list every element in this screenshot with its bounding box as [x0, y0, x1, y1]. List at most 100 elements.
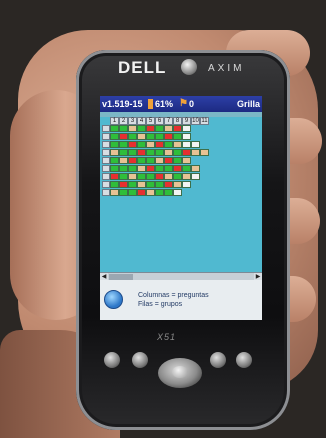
grid-cell[interactable] — [119, 157, 128, 164]
legend-columns: Columnas = preguntas — [138, 292, 209, 299]
grid-cell[interactable] — [155, 165, 164, 172]
power-button[interactable] — [181, 59, 197, 75]
grid-cell[interactable] — [146, 133, 155, 140]
grid-cell[interactable] — [173, 189, 182, 196]
grid-cell[interactable] — [155, 141, 164, 148]
grid-cell[interactable] — [128, 165, 137, 172]
grid-cell[interactable] — [128, 133, 137, 140]
grid-cell[interactable] — [191, 141, 200, 148]
grid-cell[interactable] — [173, 181, 182, 188]
grid-cell[interactable] — [173, 133, 182, 140]
grid-cell[interactable] — [110, 133, 119, 140]
grid-cell[interactable] — [119, 133, 128, 140]
row-header — [102, 189, 110, 196]
grid-cell[interactable] — [146, 149, 155, 156]
grid-cell[interactable] — [119, 181, 128, 188]
grid-cell[interactable] — [110, 173, 119, 180]
grid-cell[interactable] — [164, 125, 173, 132]
grid-cell[interactable] — [137, 157, 146, 164]
grid-cell[interactable] — [182, 157, 191, 164]
view-title[interactable]: Grilla — [237, 99, 260, 109]
grid-cell[interactable] — [173, 173, 182, 180]
grid-cell[interactable] — [164, 189, 173, 196]
grid-cell[interactable] — [137, 133, 146, 140]
pda-screen: v1.519-15 61% ⚑ 0 Grilla 1 2 3 4 5 6 7 8 9 10 11 ◀… — [100, 96, 262, 320]
grid-cell[interactable] — [119, 149, 128, 156]
grid-cell[interactable] — [164, 157, 173, 164]
battery-icon — [148, 99, 153, 109]
grid-cell[interactable] — [137, 173, 146, 180]
grid-cell[interactable] — [173, 165, 182, 172]
grid-cell[interactable] — [110, 189, 119, 196]
grid-cell[interactable] — [146, 189, 155, 196]
row-header — [102, 125, 110, 132]
grid-cell[interactable] — [182, 125, 191, 132]
grid-cell[interactable] — [110, 149, 119, 156]
model-line-label: AXIM — [208, 63, 245, 74]
grid-cell[interactable] — [146, 173, 155, 180]
grid-cell[interactable] — [110, 141, 119, 148]
grid-cell[interactable] — [164, 181, 173, 188]
grid-cell[interactable] — [128, 157, 137, 164]
grid-cell[interactable] — [128, 125, 137, 132]
grid-cell[interactable] — [155, 189, 164, 196]
grid-cell[interactable] — [110, 181, 119, 188]
hardware-button-calendar[interactable] — [104, 352, 120, 368]
app-logo-icon[interactable] — [104, 290, 123, 309]
grid-cell[interactable] — [110, 165, 119, 172]
grid-cell[interactable] — [155, 149, 164, 156]
grid-cell[interactable] — [191, 173, 200, 180]
navigation-pad-center[interactable] — [172, 366, 188, 378]
grid-cell[interactable] — [146, 125, 155, 132]
grid-cell[interactable] — [182, 181, 191, 188]
grid-cell[interactable] — [155, 181, 164, 188]
grid-cell[interactable] — [119, 141, 128, 148]
grid-cell[interactable] — [128, 189, 137, 196]
hardware-button-inbox[interactable] — [210, 352, 226, 368]
grid-cell[interactable] — [110, 157, 119, 164]
grid-cell[interactable] — [164, 173, 173, 180]
grid-cell[interactable] — [200, 149, 209, 156]
grid-cell[interactable] — [164, 133, 173, 140]
grid-cell[interactable] — [119, 165, 128, 172]
grid-cell[interactable] — [155, 133, 164, 140]
grid-cell[interactable] — [119, 125, 128, 132]
grid-cell[interactable] — [191, 149, 200, 156]
hardware-button-contacts[interactable] — [132, 352, 148, 368]
grid-cell[interactable] — [128, 149, 137, 156]
grid-cell[interactable] — [128, 141, 137, 148]
grid-cell[interactable] — [137, 165, 146, 172]
grid-cell[interactable] — [119, 173, 128, 180]
hardware-button-home[interactable] — [236, 352, 252, 368]
grid-cell[interactable] — [137, 125, 146, 132]
grid-cell[interactable] — [173, 125, 182, 132]
grid-cell[interactable] — [155, 173, 164, 180]
grid-cell[interactable] — [137, 189, 146, 196]
grid-cell[interactable] — [182, 141, 191, 148]
grid-cell[interactable] — [173, 157, 182, 164]
grid-cell[interactable] — [110, 125, 119, 132]
grid-cell[interactable] — [182, 173, 191, 180]
grid-cell[interactable] — [146, 141, 155, 148]
status-bar: v1.519-15 61% ⚑ 0 Grilla — [100, 96, 262, 112]
grid-cell[interactable] — [191, 165, 200, 172]
grid-cell[interactable] — [146, 165, 155, 172]
grid-cell[interactable] — [128, 173, 137, 180]
grid-cell[interactable] — [137, 181, 146, 188]
grid-cell[interactable] — [119, 189, 128, 196]
grid-cell[interactable] — [155, 125, 164, 132]
grid-cell[interactable] — [164, 141, 173, 148]
grid-cell[interactable] — [155, 157, 164, 164]
grid-cell[interactable] — [128, 181, 137, 188]
grid-cell[interactable] — [173, 149, 182, 156]
grid-cell[interactable] — [146, 181, 155, 188]
grid-cell[interactable] — [182, 149, 191, 156]
grid-cell[interactable] — [164, 149, 173, 156]
grid-cell[interactable] — [137, 149, 146, 156]
grid-cell[interactable] — [137, 141, 146, 148]
grid-cell[interactable] — [182, 133, 191, 140]
grid-cell[interactable] — [173, 141, 182, 148]
grid-cell[interactable] — [146, 157, 155, 164]
grid-cell[interactable] — [164, 165, 173, 172]
grid-cell[interactable] — [182, 165, 191, 172]
